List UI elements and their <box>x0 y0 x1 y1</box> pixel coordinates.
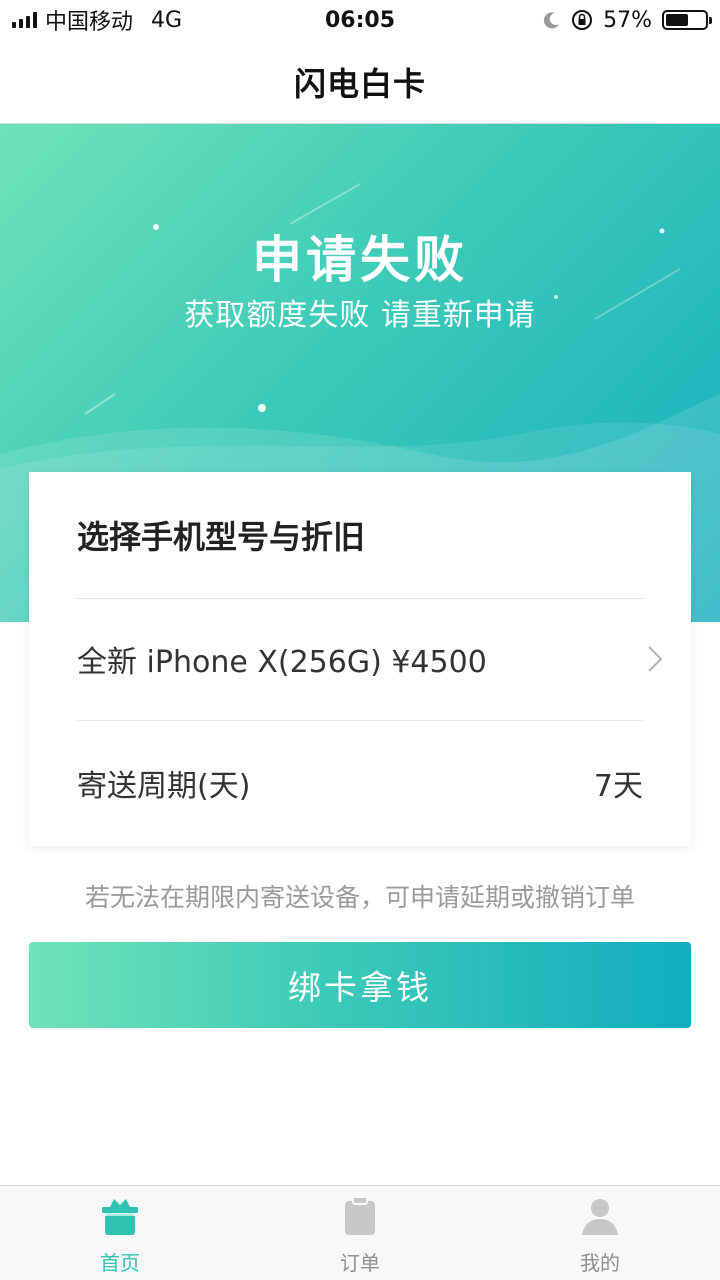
card-heading: 选择手机型号与折旧 <box>77 472 643 598</box>
rotation-lock-icon <box>572 10 593 30</box>
status-bar: 中国移动 4G 06:05 57% <box>0 0 720 40</box>
phone-model-label: 全新 iPhone X(256G) ¥4500 <box>77 645 487 680</box>
navigation-bar: 闪电白卡 <box>0 40 720 124</box>
status-right: 57% <box>543 7 712 33</box>
tab-orders[interactable]: 订单 <box>240 1186 480 1280</box>
shipping-period-row: 寄送周期(天) 7天 <box>77 720 643 846</box>
carrier-label: 中国移动 <box>45 10 134 35</box>
tab-profile[interactable]: 我的 <box>480 1186 720 1280</box>
home-icon <box>102 1199 138 1235</box>
battery-icon <box>662 10 712 30</box>
hero-subtitle: 获取额度失败 请重新申请 <box>184 298 536 333</box>
profile-icon <box>582 1199 618 1235</box>
order-icon <box>345 1196 375 1235</box>
card-heading-label: 选择手机型号与折旧 <box>77 518 366 556</box>
hero-title: 申请失败 <box>252 231 468 289</box>
shipping-period-value: 7天 <box>593 769 643 804</box>
battery-percent: 57% <box>603 7 652 33</box>
bind-card-button[interactable]: 绑卡拿钱 <box>29 942 691 1028</box>
page-title: 闪电白卡 <box>293 64 426 103</box>
tab-home-label: 首页 <box>100 1251 140 1275</box>
tab-profile-label: 我的 <box>580 1251 620 1275</box>
signal-icon <box>12 12 37 28</box>
tab-home[interactable]: 首页 <box>0 1186 240 1280</box>
chevron-right-icon <box>648 646 663 672</box>
app-screen: 中国移动 4G 06:05 57% 闪电白卡 申请失败 获取额度失败 请重新申请… <box>0 0 720 1280</box>
status-left: 中国移动 4G <box>12 4 182 36</box>
battery-level <box>666 14 688 26</box>
shipping-period-label: 寄送周期(天) <box>77 769 251 804</box>
hint-text: 若无法在期限内寄送设备，可申请延期或撤销订单 <box>84 883 635 912</box>
phone-selection-card: 选择手机型号与折旧 全新 iPhone X(256G) ¥4500 寄送周期(天… <box>29 472 691 846</box>
network-label: 4G <box>151 7 183 33</box>
tab-orders-label: 订单 <box>340 1251 380 1275</box>
phone-model-selector[interactable]: 全新 iPhone X(256G) ¥4500 <box>77 598 663 720</box>
tab-bar: 首页 订单 我的 <box>0 1185 720 1280</box>
moon-icon <box>543 12 560 29</box>
